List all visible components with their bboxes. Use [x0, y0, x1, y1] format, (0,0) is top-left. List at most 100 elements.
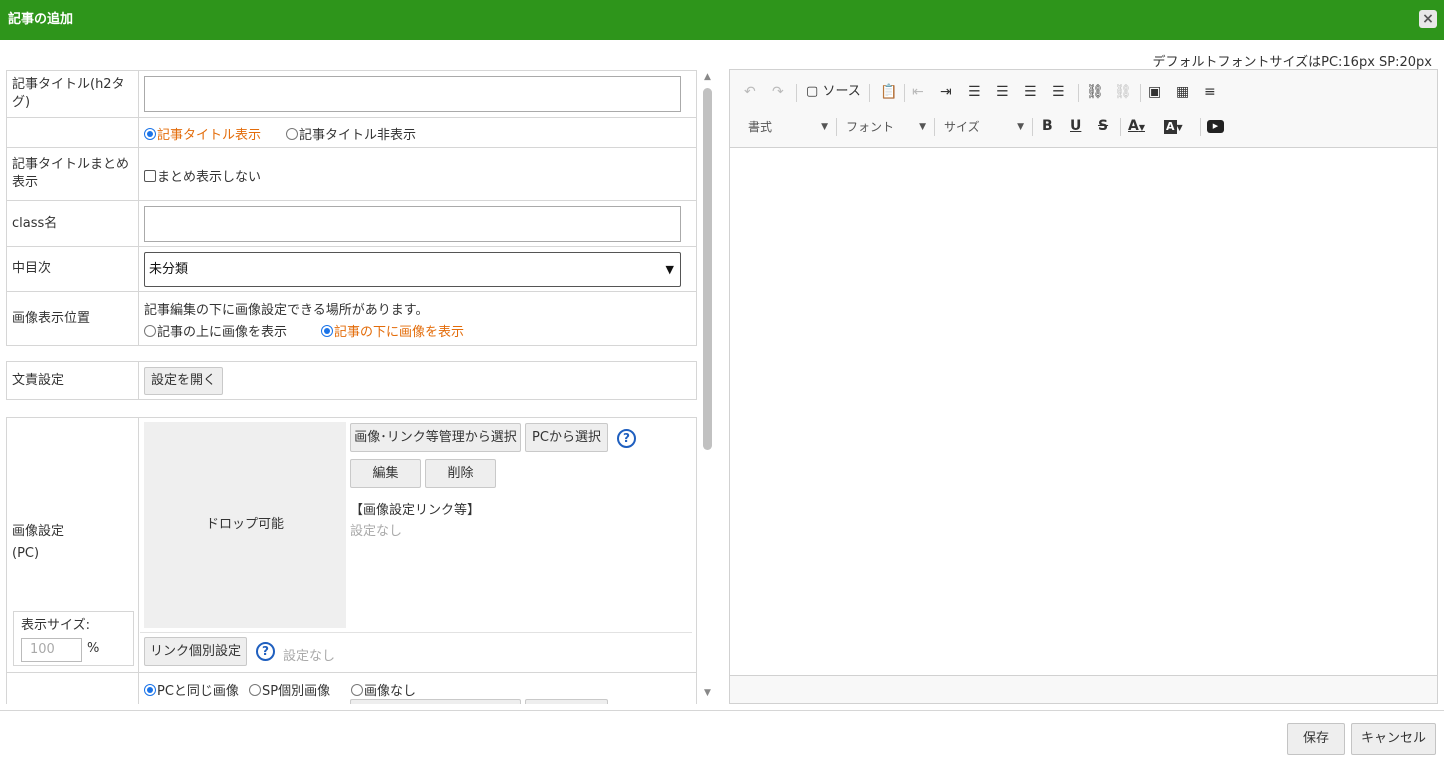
strikethrough-button[interactable]: S: [1098, 117, 1108, 135]
text-color-button[interactable]: A▼: [1128, 117, 1145, 137]
divider: [140, 632, 692, 633]
scroll-thumb[interactable]: [703, 88, 712, 450]
scroll-down-icon[interactable]: ▼: [702, 688, 713, 698]
link-individual-value: 設定なし: [283, 649, 336, 664]
image-link-value: 設定なし: [350, 524, 403, 539]
image-below-radio[interactable]: 記事の下に画像を表示: [321, 321, 464, 340]
article-form-panel: 記事タイトル(h2タグ) 記事タイトル表示 記事タイトル非表示 記事タイトルまと…: [6, 70, 698, 704]
outdent-icon[interactable]: ⇤: [912, 83, 924, 101]
select-from-manager-button[interactable]: 画像･リンク等管理から選択: [350, 423, 521, 452]
class-label: class名: [7, 201, 139, 246]
radio-icon: [351, 684, 363, 696]
bold-button[interactable]: B: [1042, 117, 1053, 135]
percent-unit: %: [87, 641, 100, 656]
image-pc-row: 画像設定 (PC) 表示サイズ: 100 % ドロップ可能 画像･リンク等管理か…: [7, 418, 696, 672]
image-link-heading: 【画像設定リンク等】: [350, 503, 481, 518]
summary-checkbox[interactable]: まとめ表示しない: [144, 166, 261, 185]
image-icon[interactable]: ▣: [1148, 83, 1161, 101]
edit-button[interactable]: 編集: [350, 459, 421, 488]
redo-icon[interactable]: ↷: [772, 83, 784, 101]
image-position-note: 記事編集の下に画像設定できる場所があります。: [144, 303, 429, 318]
chevron-down-icon: ▼: [1138, 123, 1145, 132]
radio-icon: [144, 325, 156, 337]
underline-button[interactable]: U: [1070, 117, 1081, 135]
select-from-pc-button[interactable]: PCから選択: [525, 423, 608, 452]
text-responsibility-table: 文責設定 設定を開く: [6, 361, 697, 400]
align-justify-icon[interactable]: ☰: [1052, 83, 1065, 101]
table-icon[interactable]: ▦: [1176, 83, 1189, 101]
checkbox-icon: [144, 170, 156, 182]
sp-individual-radio[interactable]: SP個別画像: [249, 680, 330, 699]
open-settings-button[interactable]: 設定を開く: [144, 367, 223, 395]
form-scrollbar[interactable]: ▲ ▼: [700, 70, 715, 704]
format-combo[interactable]: 書式 ▼: [748, 118, 828, 136]
image-position-row: 画像表示位置 記事編集の下に画像設定できる場所があります。 記事の上に画像を表示…: [7, 292, 696, 345]
sp-select-from-manager-button[interactable]: [350, 699, 521, 704]
sp-select-from-pc-button[interactable]: [525, 699, 608, 704]
align-center-icon[interactable]: ☰: [996, 83, 1009, 101]
image-position-label: 画像表示位置: [7, 292, 139, 345]
summary-label: 記事タイトルまとめ表示: [7, 148, 139, 200]
undo-icon[interactable]: ↶: [744, 83, 756, 101]
video-icon[interactable]: ▶: [1207, 117, 1224, 135]
horizontal-rule-icon[interactable]: ≡: [1204, 83, 1216, 101]
image-pc-label: 画像設定: [12, 524, 65, 539]
image-drop-zone[interactable]: ドロップ可能: [144, 422, 346, 628]
image-above-radio[interactable]: 記事の上に画像を表示: [144, 321, 287, 340]
title-hide-radio[interactable]: 記事タイトル非表示: [286, 124, 416, 143]
align-left-icon[interactable]: ☰: [968, 83, 981, 101]
title-display-row: 記事タイトル表示 記事タイトル非表示: [7, 118, 696, 148]
link-individual-button[interactable]: リンク個別設定: [144, 637, 247, 666]
align-right-icon[interactable]: ☰: [1024, 83, 1037, 101]
chevron-down-icon: ▼: [821, 122, 828, 132]
footer-divider: [0, 710, 1444, 711]
image-pc-sublabel: (PC): [12, 546, 40, 561]
editor-status-bar: [730, 675, 1437, 703]
dialog-title: 記事の追加: [8, 12, 74, 27]
article-settings-table: 記事タイトル(h2タグ) 記事タイトル表示 記事タイトル非表示 記事タイトルまと…: [6, 70, 697, 346]
scroll-up-icon[interactable]: ▲: [702, 72, 713, 82]
title-label: 記事タイトル(h2タグ): [7, 71, 139, 117]
editor-toolbar: ↶ ↷ ▢ ソース 📋 ⇤ ⇥ ☰ ☰ ☰ ☰ ⛓ ⛓ ▣ ▦ ≡ 書式 ▼ フォ…: [730, 70, 1437, 148]
image-sp-row: PCと同じ画像 SP個別画像 画像なし: [7, 672, 696, 704]
source-button[interactable]: ▢ ソース: [806, 83, 861, 101]
text-settings-row: 文責設定 設定を開く: [7, 362, 696, 399]
cancel-button[interactable]: キャンセル: [1351, 723, 1436, 755]
indent-icon[interactable]: ⇥: [940, 83, 952, 101]
chevron-down-icon: ▼: [919, 122, 926, 132]
chevron-down-icon: ▼: [665, 263, 674, 276]
paste-icon[interactable]: 📋: [880, 83, 897, 101]
radio-icon: [249, 684, 261, 696]
title-show-radio[interactable]: 記事タイトル表示: [144, 124, 261, 143]
sp-same-radio[interactable]: PCと同じ画像: [144, 680, 239, 699]
font-combo[interactable]: フォント ▼: [846, 118, 926, 136]
delete-button[interactable]: 削除: [425, 459, 496, 488]
class-input[interactable]: [144, 206, 681, 242]
sp-none-radio[interactable]: 画像なし: [351, 680, 416, 699]
background-color-button[interactable]: A ▼: [1164, 117, 1183, 137]
radio-selected-icon: [144, 684, 156, 696]
source-icon: ▢: [806, 84, 819, 99]
link-icon[interactable]: ⛓: [1086, 83, 1104, 101]
image-settings-table: 画像設定 (PC) 表示サイズ: 100 % ドロップ可能 画像･リンク等管理か…: [6, 417, 697, 704]
unlink-icon[interactable]: ⛓: [1114, 83, 1132, 101]
chevron-down-icon: ▼: [1176, 123, 1183, 132]
title-input[interactable]: [144, 76, 681, 112]
radio-icon: [286, 128, 298, 140]
help-icon[interactable]: ?: [617, 429, 636, 448]
title-row: 記事タイトル(h2タグ): [7, 71, 696, 118]
close-icon[interactable]: ×: [1419, 10, 1437, 28]
editor-content-area[interactable]: [730, 149, 1437, 675]
size-combo[interactable]: サイズ ▼: [944, 118, 1024, 136]
toc-row: 中目次 未分類 ▼: [7, 247, 696, 292]
toc-select[interactable]: 未分類 ▼: [144, 252, 681, 287]
save-button[interactable]: 保存: [1287, 723, 1345, 755]
display-size-box: 表示サイズ: 100 %: [13, 611, 134, 666]
dialog-title-bar: 記事の追加 ×: [0, 0, 1444, 40]
default-font-size-note: デフォルトフォントサイズはPC:16px SP:20px: [1152, 55, 1433, 70]
help-icon[interactable]: ?: [256, 642, 275, 661]
summary-row: 記事タイトルまとめ表示 まとめ表示しない: [7, 148, 696, 201]
radio-selected-icon: [321, 325, 333, 337]
display-size-input[interactable]: 100: [21, 638, 82, 662]
class-row: class名: [7, 201, 696, 247]
